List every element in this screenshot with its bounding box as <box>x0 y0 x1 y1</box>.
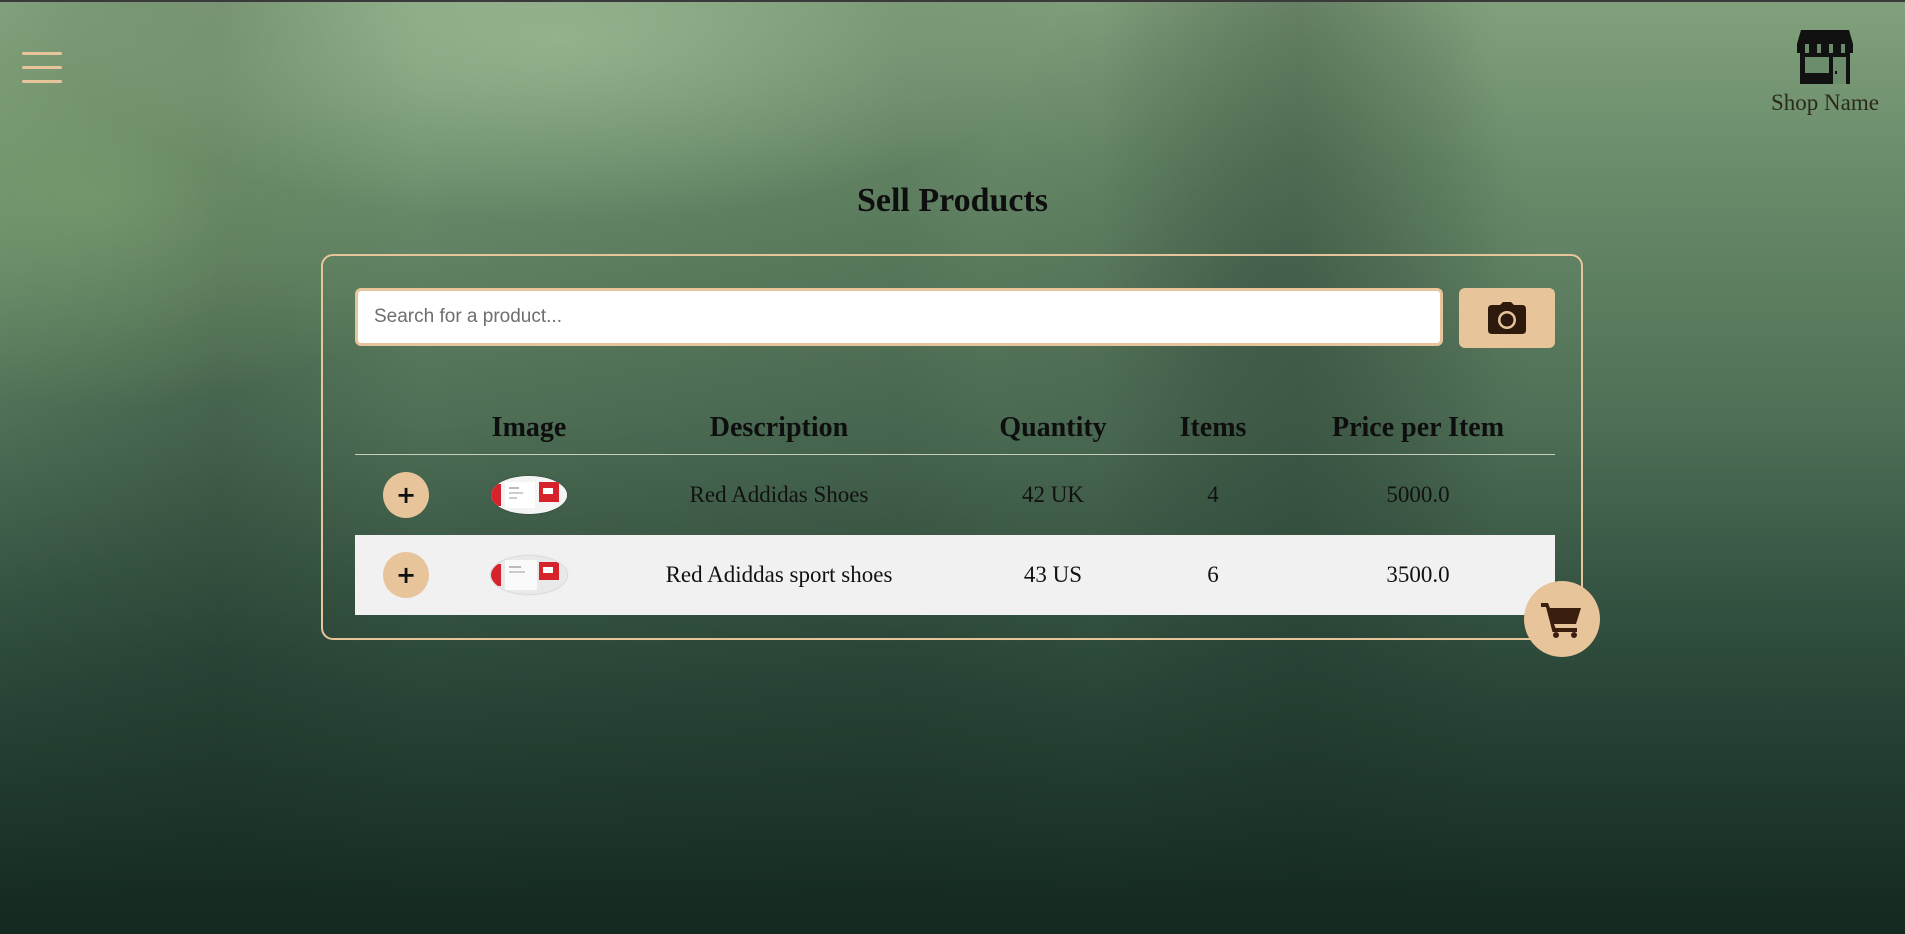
table-header: Image Description Quantity Items Price p… <box>355 404 1555 455</box>
product-thumbnail <box>491 476 567 514</box>
camera-search-button[interactable] <box>1459 288 1555 348</box>
column-header-description: Description <box>709 412 849 443</box>
cart-button[interactable] <box>1524 581 1600 657</box>
sell-products-panel: Image Description Quantity Items Price p… <box>321 254 1583 640</box>
page-title: Sell Products <box>856 182 1049 219</box>
column-header-image: Image <box>491 412 567 443</box>
product-description: Red Addidas Shoes <box>689 482 869 507</box>
product-search-input[interactable] <box>355 288 1443 346</box>
product-thumbnail <box>491 556 567 594</box>
products-table: Image Description Quantity Items Price p… <box>355 404 1555 615</box>
product-quantity: 42 UK <box>1022 482 1084 507</box>
product-price: 5000.0 <box>1386 482 1450 507</box>
column-header-items: Items <box>1179 412 1247 443</box>
storefront-icon <box>1797 30 1853 84</box>
add-to-cart-button[interactable]: + <box>383 552 429 598</box>
product-price: 3500.0 <box>1386 562 1450 587</box>
column-header-quantity: Quantity <box>999 412 1107 443</box>
table-row: + Red Adiddas sport shoes 43 US 6 3500.0 <box>355 535 1555 615</box>
shopping-cart-icon <box>1541 603 1581 638</box>
shop-name: Shop Name <box>1771 90 1879 115</box>
shoe-image <box>491 556 567 594</box>
product-quantity: 43 US <box>1023 562 1083 587</box>
column-header-price: Price per Item <box>1331 412 1505 443</box>
product-items: 4 <box>1207 482 1219 507</box>
hamburger-menu-icon[interactable] <box>22 52 62 86</box>
product-items: 6 <box>1207 562 1219 587</box>
table-row: + Red Addidas Shoes 42 UK 4 5000.0 <box>355 455 1555 535</box>
shoe-image <box>491 476 567 514</box>
product-description: Red Adiddas sport shoes <box>665 562 893 587</box>
add-to-cart-button[interactable]: + <box>383 472 429 518</box>
camera-icon <box>1488 302 1526 334</box>
shop-header: Shop Name <box>1765 26 1885 116</box>
